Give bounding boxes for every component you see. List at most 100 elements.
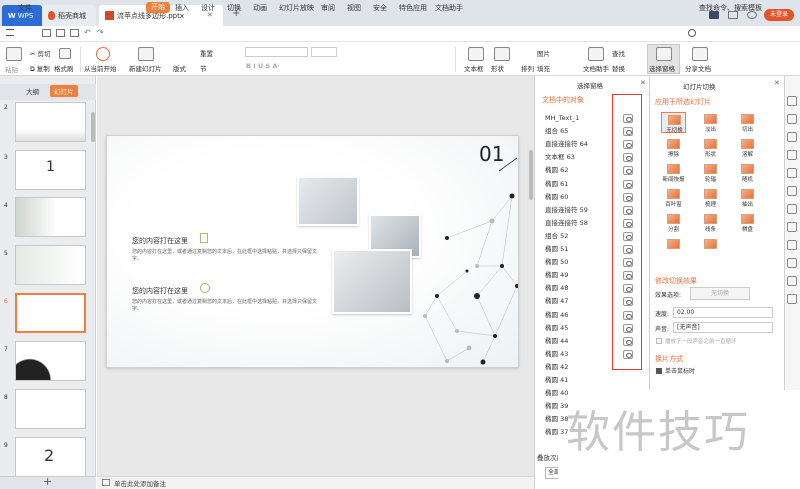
slide-thumbnail-selected[interactable] bbox=[15, 293, 86, 333]
transition-effect[interactable]: 擦除 bbox=[661, 137, 686, 158]
visibility-eye-icon[interactable] bbox=[623, 166, 633, 176]
transition-effect[interactable]: 线条 bbox=[698, 212, 723, 233]
shape-icon[interactable] bbox=[494, 47, 510, 61]
current-slide[interactable]: 01 您的内容打在这里 您的内容打在这里，或者通过复制您的文本后，在此框中选择粘… bbox=[106, 135, 519, 368]
menu-review[interactable]: 审阅 bbox=[321, 3, 335, 13]
visibility-eye-icon[interactable] bbox=[623, 140, 633, 150]
polygon-image[interactable] bbox=[332, 249, 412, 314]
section-button[interactable]: 节 bbox=[200, 63, 207, 73]
effect-options-select[interactable]: 无切换 bbox=[690, 287, 750, 300]
canvas-scrollbar[interactable] bbox=[529, 150, 533, 200]
visibility-eye-icon[interactable] bbox=[623, 205, 633, 215]
transition-effect[interactable]: 棋盘 bbox=[735, 212, 760, 233]
select-icon[interactable] bbox=[787, 96, 797, 106]
save-icon[interactable] bbox=[42, 29, 51, 37]
object-list-item[interactable]: 椭圆 43 bbox=[545, 348, 568, 361]
transition-effect[interactable]: 新闻快报 bbox=[661, 162, 686, 183]
visibility-eye-icon[interactable] bbox=[623, 258, 633, 268]
backup-icon[interactable] bbox=[787, 276, 797, 286]
object-list-item[interactable]: 椭圆 40 bbox=[545, 387, 568, 400]
visibility-eye-icon[interactable] bbox=[623, 310, 633, 320]
add-slide-button[interactable]: + bbox=[43, 475, 52, 488]
replace-button[interactable]: 替换 bbox=[612, 63, 625, 73]
visibility-eye-icon[interactable] bbox=[623, 297, 633, 307]
on-click-checkbox[interactable] bbox=[656, 368, 662, 374]
object-list-item[interactable]: 椭圆 62 bbox=[545, 164, 568, 177]
transition-effect[interactable]: 梳理 bbox=[698, 187, 723, 208]
close-icon[interactable]: ✕ bbox=[640, 79, 646, 87]
visibility-eye-icon[interactable] bbox=[623, 218, 633, 228]
object-list-item[interactable]: 组合 65 bbox=[545, 125, 568, 138]
slide-thumbnail[interactable]: 1 bbox=[15, 150, 86, 190]
slide-heading[interactable]: 您的内容打在这里 bbox=[132, 286, 188, 296]
transition-effect[interactable]: 轮辐 bbox=[698, 162, 723, 183]
image-button[interactable]: 图片 bbox=[537, 48, 550, 58]
visibility-eye-icon[interactable] bbox=[623, 179, 633, 189]
object-list-item[interactable]: 椭圆 41 bbox=[545, 374, 568, 387]
hamburger-icon[interactable] bbox=[6, 29, 14, 36]
menu-design[interactable]: 设计 bbox=[201, 3, 215, 13]
transition-effect[interactable]: 淡出 bbox=[698, 112, 723, 133]
new-slide-button[interactable]: 新建幻灯片 bbox=[129, 63, 162, 73]
sound-icon[interactable] bbox=[787, 186, 797, 196]
slide-thumbnail[interactable] bbox=[15, 197, 86, 237]
arrange-button[interactable]: 排列 bbox=[521, 63, 534, 73]
transition-effect[interactable] bbox=[661, 237, 686, 258]
paste-button[interactable]: 粘贴 bbox=[5, 64, 18, 74]
notes-input[interactable]: 单击此处添加备注 bbox=[114, 478, 166, 488]
object-list-item[interactable]: 椭圆 48 bbox=[545, 282, 568, 295]
object-list-item[interactable]: 椭圆 50 bbox=[545, 256, 568, 269]
object-list-item[interactable]: 文本框 63 bbox=[545, 151, 575, 164]
paste-icon[interactable] bbox=[6, 47, 22, 61]
undo-icon[interactable]: ↶ bbox=[84, 28, 91, 37]
visibility-eye-icon[interactable] bbox=[623, 336, 633, 346]
font-icon[interactable] bbox=[787, 204, 797, 214]
slide-heading[interactable]: 您的内容打在这里 bbox=[132, 236, 188, 246]
object-list-item[interactable]: 组合 52 bbox=[545, 230, 568, 243]
help-icon[interactable] bbox=[787, 294, 797, 304]
transition-icon[interactable] bbox=[787, 168, 797, 178]
command-search[interactable]: 查找命令、搜索模板 bbox=[699, 3, 762, 13]
menu-doc-assistant[interactable]: 文档助手 bbox=[435, 3, 463, 13]
object-list-item[interactable]: MH_Text_1 bbox=[545, 112, 579, 125]
menu-view[interactable]: 视图 bbox=[347, 3, 361, 13]
menu-security[interactable]: 安全 bbox=[373, 3, 387, 13]
menu-transition[interactable]: 切换 bbox=[227, 3, 241, 13]
object-list-item[interactable]: 椭圆 60 bbox=[545, 191, 568, 204]
play-icon[interactable] bbox=[96, 47, 110, 61]
copy-button[interactable]: ⧉ 复制 bbox=[30, 63, 50, 74]
transition-effect[interactable] bbox=[698, 237, 723, 258]
redo-icon[interactable]: ↷ bbox=[97, 28, 104, 37]
visibility-eye-icon[interactable] bbox=[623, 245, 633, 254]
tab-template-store[interactable]: 稻壳商城 bbox=[42, 5, 96, 26]
thumbnail-scrollbar[interactable] bbox=[91, 112, 95, 142]
menu-animation[interactable]: 动画 bbox=[253, 3, 267, 13]
slide-body-text[interactable]: 您的内容打在这里，或者通过复制您的文本后，在此框中选择粘贴，并选择只保留文字。 bbox=[132, 249, 317, 263]
speed-input[interactable]: 02.00 bbox=[673, 307, 773, 318]
shape-icon[interactable] bbox=[787, 258, 797, 268]
reset-button[interactable]: 重置 bbox=[200, 48, 213, 58]
font-name-input[interactable] bbox=[245, 47, 308, 57]
object-list-item[interactable]: 椭圆 61 bbox=[545, 178, 568, 191]
effects-icon[interactable] bbox=[787, 114, 797, 124]
new-slide-icon[interactable] bbox=[138, 47, 154, 61]
transition-effect[interactable]: 随机 bbox=[735, 162, 760, 183]
polygon-image[interactable] bbox=[297, 176, 359, 226]
visibility-eye-icon[interactable] bbox=[623, 153, 633, 163]
slide-thumbnail[interactable] bbox=[15, 245, 86, 285]
transition-effect[interactable]: 百叶窗 bbox=[661, 187, 686, 208]
object-list-item[interactable]: 椭圆 45 bbox=[545, 322, 568, 335]
close-icon[interactable]: ✕ bbox=[774, 79, 780, 87]
transition-effect[interactable]: 抽出 bbox=[735, 187, 760, 208]
object-list-item[interactable]: 直接连接符 58 bbox=[545, 217, 588, 230]
shape-button[interactable]: 形状 bbox=[491, 63, 504, 73]
preview-icon[interactable] bbox=[70, 29, 79, 37]
menu-special-apps[interactable]: 特色应用 bbox=[399, 3, 427, 13]
image-icon[interactable] bbox=[787, 240, 797, 250]
object-list-item[interactable]: 椭圆 39 bbox=[545, 400, 568, 413]
print-icon[interactable] bbox=[56, 29, 65, 37]
textbox-button[interactable]: 文本框 bbox=[464, 63, 484, 73]
layout-button[interactable]: 版式 bbox=[173, 63, 186, 73]
doc-assistant-button[interactable]: 文档助手 bbox=[583, 63, 609, 73]
visibility-eye-icon[interactable] bbox=[623, 231, 633, 241]
